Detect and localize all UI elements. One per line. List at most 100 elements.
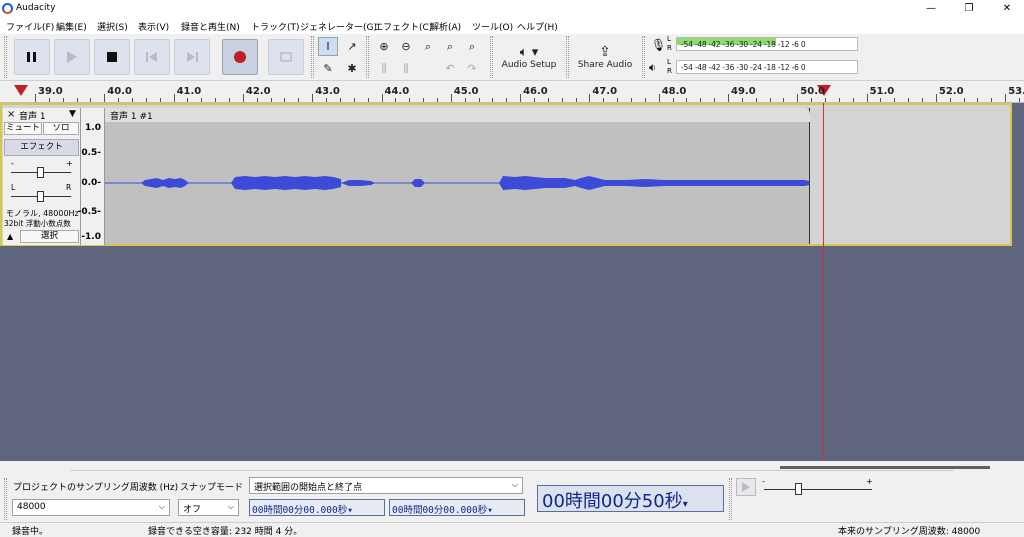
ruler-minor-tick <box>686 98 688 102</box>
collapse-track-icon[interactable]: ▲ <box>7 232 13 241</box>
menu-tools[interactable]: ツール(O) <box>472 20 513 33</box>
trim-icon[interactable]: ⫼ <box>374 59 394 78</box>
fit-selection-icon[interactable]: ⌕ <box>418 37 438 56</box>
redo-icon[interactable]: ↷ <box>462 59 482 78</box>
stop-button[interactable] <box>94 39 130 75</box>
track-menu-chevron-icon[interactable]: ▼ <box>69 109 76 119</box>
toolbar: I ↗ ✎ ✱ ⊕ ⊖ ⌕ ⌕ ⌕ ⫼ ⫼ ↶ ↷ 🔈︎ ▾ Audio Set… <box>0 34 1024 81</box>
audio-setup-button[interactable]: 🔈︎ ▾ Audio Setup <box>498 37 560 77</box>
toolbar-grip[interactable] <box>311 36 314 78</box>
maximize-button[interactable]: ❐ <box>954 2 984 16</box>
project-rate-select[interactable]: 48000 ⌵ <box>12 499 170 516</box>
selection-start-time[interactable]: 00時間00分00.000秒▾ <box>249 499 385 516</box>
zoom-out-icon[interactable]: ⊖ <box>396 37 416 56</box>
close-button[interactable]: ✕ <box>992 2 1022 16</box>
ruler-minor-tick <box>991 98 993 102</box>
ruler-minor-tick <box>326 98 328 102</box>
playback-speed-slider-track <box>764 489 872 490</box>
menu-analyze[interactable]: 解析(A) <box>430 20 461 33</box>
stop-icon <box>95 40 129 74</box>
pause-button[interactable] <box>14 39 50 75</box>
ruler-minor-tick <box>62 98 64 102</box>
zoom-in-icon[interactable]: ⊕ <box>374 37 394 56</box>
ruler-minor-tick <box>672 98 674 102</box>
audio-position-time[interactable]: 00時間00分50秒▾ <box>537 485 724 512</box>
toolbar-grip[interactable] <box>4 36 7 78</box>
ruler-minor-tick <box>90 98 92 102</box>
minimize-button[interactable]: — <box>916 2 946 16</box>
zoom-toggle-icon[interactable]: ⌕ <box>462 37 482 56</box>
ruler-major-tick <box>658 94 660 102</box>
solo-button[interactable]: ソロ <box>43 122 79 135</box>
track-name-menu[interactable]: 音声 1 <box>19 109 46 122</box>
time-format-dropdown-icon[interactable]: ▾ <box>487 505 493 516</box>
selection-mode-select[interactable]: 選択範囲の開始点と終了点 ⌵ <box>249 477 523 494</box>
menu-tracks[interactable]: トラック(T) <box>251 20 300 33</box>
toolbar-grip[interactable] <box>366 36 369 78</box>
playback-speed-slider-handle[interactable] <box>795 483 802 495</box>
toolbar-grip[interactable] <box>642 36 645 78</box>
play-button[interactable] <box>54 39 90 75</box>
toolbar-grip[interactable] <box>490 36 493 78</box>
menu-edit[interactable]: 編集(E) <box>56 20 87 33</box>
playback-meter[interactable]: -54 -48 -42 -36 -30 -24 -18 -12 -6 0 <box>676 60 858 74</box>
track-control-panel: × 音声 1 ▼ ミュート ソロ エフェクト - + L R モノラル, 480… <box>3 108 81 245</box>
horizontal-scroll-thumb[interactable] <box>780 466 990 469</box>
ruler-minor-tick <box>963 98 965 102</box>
ruler-minor-tick <box>423 98 425 102</box>
pan-slider-handle[interactable] <box>37 191 44 202</box>
clip-name[interactable]: 音声 1 #1 <box>110 109 153 122</box>
ruler-minor-tick <box>852 98 854 102</box>
record-button[interactable] <box>222 39 258 75</box>
ruler-minor-tick <box>284 98 286 102</box>
gain-slider-handle[interactable] <box>37 167 44 178</box>
menu-view[interactable]: 表示(V) <box>138 20 169 33</box>
share-icon: ⇪ <box>599 44 611 60</box>
ruler-major-tick <box>173 94 175 102</box>
select-track-button[interactable]: 選択 <box>20 230 79 243</box>
vertical-scale[interactable]: 1.0 0.5- 0.0- -0.5- -1.0 <box>78 108 105 245</box>
menu-generate[interactable]: ジェネレーター(G) <box>300 20 377 33</box>
loop-button[interactable] <box>268 39 304 75</box>
menu-transport[interactable]: 録音と再生(N) <box>181 20 240 33</box>
recording-meter[interactable]: -54 -48 -42 -36 -30 -24 -18 -12 -6 0 <box>676 37 858 51</box>
time-format-dropdown-icon[interactable]: ▾ <box>347 505 353 516</box>
ruler-minor-tick <box>145 98 147 102</box>
ruler-minor-tick <box>48 98 50 102</box>
clip-header[interactable] <box>105 108 810 122</box>
fit-project-icon[interactable]: ⌕ <box>440 37 460 56</box>
ruler-minor-tick <box>714 98 716 102</box>
skip-to-end-button[interactable] <box>174 39 210 75</box>
share-audio-button[interactable]: ⇪ Share Audio <box>574 37 636 77</box>
snap-mode-select[interactable]: オフ ⌵ <box>178 499 239 516</box>
selection-tool-icon[interactable]: I <box>318 37 338 56</box>
ruler-major-tick <box>797 94 799 102</box>
timeline-ruler[interactable]: 39.0 40.0 41.0 42.0 43.0 44.0 45.0 46.0 47.0 48.0… <box>0 82 1024 103</box>
menu-help[interactable]: ヘルプ(H) <box>517 20 558 33</box>
toolbar-grip[interactable] <box>729 478 732 520</box>
ruler-minor-tick <box>603 98 605 102</box>
ruler-minor-tick <box>977 98 979 102</box>
multi-tool-icon[interactable]: ✱ <box>342 59 362 78</box>
toolbar-grip[interactable] <box>566 36 569 78</box>
selection-end-time[interactable]: 00時間00分00.000秒▾ <box>389 499 525 516</box>
sample-rate-status: 本来のサンプリング周波数: 48000 <box>838 527 981 537</box>
toolbar-grip[interactable] <box>4 478 7 520</box>
silence-icon[interactable]: ⫼ <box>396 59 416 78</box>
undo-icon[interactable]: ↶ <box>440 59 460 78</box>
mute-button[interactable]: ミュート <box>4 122 42 135</box>
menu-effect[interactable]: エフェクト(C) <box>374 20 432 33</box>
effects-button[interactable]: エフェクト <box>4 139 79 156</box>
track-close-button[interactable]: × <box>7 109 15 120</box>
selection-end-value: 00時間00分00.000秒 <box>392 505 488 516</box>
menu-file[interactable]: ファイル(F) <box>6 20 54 33</box>
disk-space-status: 録音できる空き容量: 232 時間 4 分。 <box>148 527 303 537</box>
menu-select[interactable]: 選択(S) <box>97 20 128 33</box>
play-region-start-icon[interactable] <box>14 85 28 97</box>
time-format-dropdown-icon[interactable]: ▾ <box>683 499 688 510</box>
envelope-tool-icon[interactable]: ↗ <box>342 37 362 56</box>
draw-tool-icon[interactable]: ✎ <box>318 59 338 78</box>
ruler-major-tick <box>312 94 314 102</box>
skip-to-start-button[interactable] <box>134 39 170 75</box>
play-at-speed-button[interactable] <box>736 478 756 496</box>
